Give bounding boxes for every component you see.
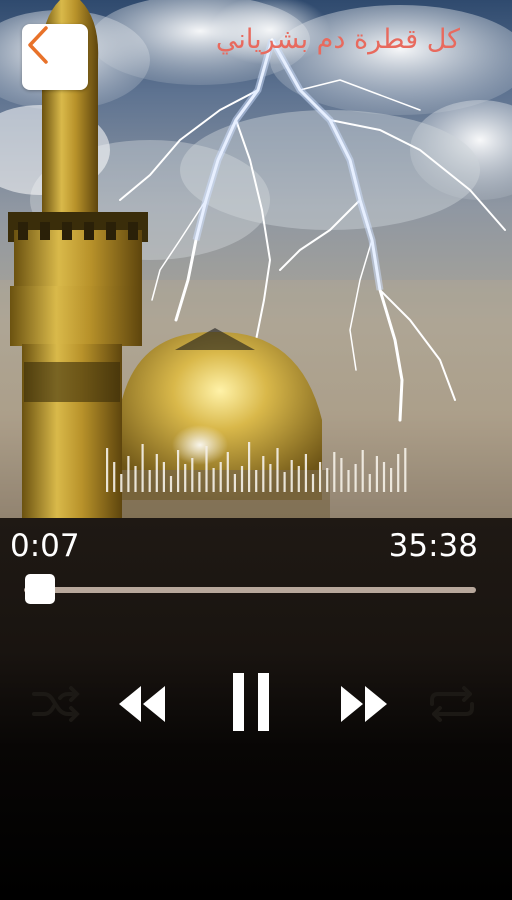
- pause-icon: [229, 671, 273, 737]
- visualizer-bar: [233, 474, 236, 492]
- visualizer-bar: [311, 474, 315, 492]
- visualizer-bar: [226, 452, 229, 492]
- track-title: كل قطرة دم بشرياني: [215, 24, 460, 55]
- visualizer-bar: [177, 450, 180, 492]
- total-time: 35:38: [388, 528, 478, 564]
- visualizer-bar: [382, 462, 386, 492]
- visualizer-bar: [368, 474, 371, 492]
- visualizer-bar: [120, 474, 123, 492]
- repeat-button[interactable]: [424, 678, 480, 734]
- visualizer-bar: [404, 448, 407, 492]
- pause-button[interactable]: [222, 670, 280, 738]
- visualizer-bar: [375, 456, 378, 492]
- shuffle-button[interactable]: [28, 678, 84, 734]
- visualizer-bar: [205, 446, 208, 492]
- visualizer-bar: [326, 468, 329, 492]
- visualizer-bar: [361, 450, 364, 492]
- visualizer-bar: [390, 468, 393, 492]
- visualizer-bar: [240, 466, 244, 492]
- back-button[interactable]: [22, 24, 88, 90]
- visualizer-bar: [347, 470, 350, 492]
- visualizer-bar: [340, 458, 343, 492]
- playback-controls: [0, 668, 512, 738]
- visualizer-bar: [290, 460, 293, 492]
- visualizer-bar: [255, 470, 258, 492]
- visualizer-bar: [248, 442, 251, 492]
- visualizer-bar: [141, 444, 144, 492]
- visualizer-bar: [397, 454, 400, 492]
- visualizer-bar: [319, 462, 322, 492]
- next-button[interactable]: [334, 676, 394, 736]
- visualizer-bar: [276, 448, 279, 492]
- visualizer-bar: [113, 462, 116, 492]
- visualizer-bar: [283, 472, 286, 492]
- album-artwork: كل قطرة دم بشرياني: [0, 0, 512, 518]
- visualizer-bar: [269, 464, 272, 492]
- visualizer-bar: [297, 466, 300, 492]
- seek-bar[interactable]: [24, 574, 476, 604]
- fast-forward-icon: [339, 682, 389, 730]
- visualizer-bar: [304, 454, 307, 492]
- visualizer-bar: [333, 452, 336, 492]
- visualizer-bar: [354, 464, 357, 492]
- visualizer-bar: [219, 462, 222, 492]
- visualizer-bar: [262, 456, 265, 492]
- seek-thumb[interactable]: [25, 574, 56, 604]
- visualizer-bar: [212, 468, 215, 492]
- repeat-icon: [426, 684, 478, 728]
- visualizer-bar: [184, 464, 187, 492]
- previous-button[interactable]: [112, 676, 172, 736]
- rewind-icon: [117, 682, 167, 730]
- visualizer-bar: [106, 448, 109, 492]
- visualizer-bar: [155, 454, 158, 492]
- visualizer-bar: [198, 472, 201, 492]
- visualizer-bar: [134, 466, 137, 492]
- visualizer-bar: [162, 462, 165, 492]
- seek-track[interactable]: [24, 587, 476, 593]
- visualizer-bar: [148, 470, 151, 492]
- elapsed-time: 0:07: [10, 528, 80, 564]
- shuffle-icon: [30, 684, 82, 728]
- visualizer-bar: [169, 476, 173, 492]
- player-panel: 0:07 35:38: [0, 518, 512, 900]
- visualizer-bar: [127, 456, 130, 492]
- visualizer-bar: [191, 458, 194, 492]
